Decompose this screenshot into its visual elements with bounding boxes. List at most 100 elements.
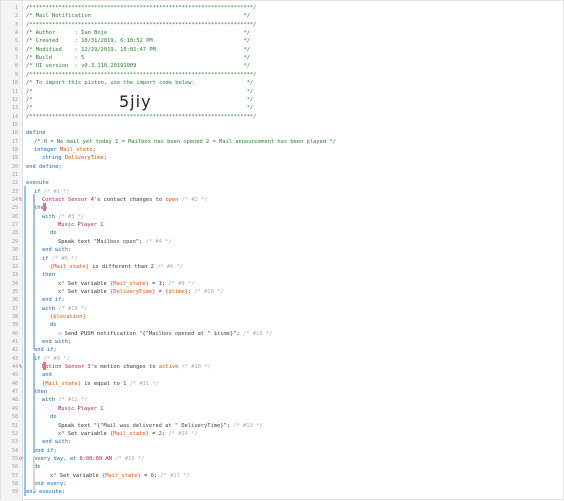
code-token: /* #2 */ [178, 197, 208, 204]
code-line[interactable]: 43 if /* #9 */ [1, 355, 564, 363]
code-text: /* Modified : 12/29/2019, 10:02:47 PM */ [26, 46, 250, 53]
code-line[interactable]: 26 with /* #3 */ [1, 213, 564, 221]
line-number: 40 [11, 330, 18, 337]
code-token: if [42, 255, 52, 262]
code-token: /* #10 */ [58, 305, 88, 312]
code-line[interactable]: 34 x³ Set variable {Mail_state} = 1; /* #… [1, 280, 564, 288]
code-line[interactable]: 44% Motion Sensor 3's motion changes to a… [1, 363, 564, 371]
code-line[interactable]: 2 /* Mail Notification */ [1, 12, 564, 20]
line-number: 32 [11, 263, 18, 270]
code-line[interactable]: 32 {Mail_state} is different than 2 /* #6… [1, 263, 564, 271]
line-number: 37 [11, 305, 18, 312]
code-line[interactable]: 40 ▭ Send PUSH notification "{"Mailbox op… [1, 330, 564, 338]
code-line[interactable]: 15 [1, 121, 564, 129]
code-line[interactable]: 22 execute [1, 179, 564, 187]
code-line[interactable]: 51 Speak text "{"Mail was delivered at " … [1, 422, 564, 430]
code-token: /* #9 */ [168, 280, 195, 287]
code-token: with [42, 305, 59, 312]
code-line[interactable]: 42 end if; [1, 346, 564, 354]
code-line[interactable]: 24% Contact Sensor 4's contact changes to… [1, 196, 564, 204]
code-line[interactable]: 20 end define; [1, 163, 564, 171]
code-line[interactable]: 36 end if; [1, 296, 564, 304]
code-line[interactable]: 52 x³ Set variable {Mail_state} = 2; /* #… [1, 430, 564, 438]
code-line[interactable]: 11/* */ [1, 88, 564, 96]
code-text: if /* #5 */ [42, 255, 78, 263]
code-text: Speak text "{"Mail was delivered at " De… [58, 422, 263, 430]
code-text: Speak text "Mailbox open"; /* #4 */ [58, 238, 172, 246]
code-line[interactable]: 53 end with; [1, 438, 564, 446]
code-line[interactable]: 12/* */ [1, 96, 564, 104]
code-token: 's motion changes to [90, 364, 159, 371]
line-number: 9 [14, 71, 18, 78]
code-line[interactable]: 56 do [1, 463, 564, 471]
code-line[interactable]: 39 do [1, 321, 564, 329]
line-number: 3 [14, 21, 18, 28]
code-text: end every; [34, 480, 67, 487]
code-line[interactable]: 6 /* Modified : 12/29/2019, 10:02:47 PM *… [1, 46, 564, 54]
code-line[interactable]: 46 {Mail_state} is equal to 1 /* #11 */ [1, 380, 564, 388]
code-token: is equal to [80, 380, 124, 387]
code-text: /* UI version : v0.3.110.20191009 */ [26, 63, 250, 70]
line-number: 19 [11, 155, 18, 162]
line-number: 10 [11, 80, 18, 87]
code-line[interactable]: 37 with /* #10 */ [1, 305, 564, 313]
code-line[interactable]: 13/* */ [1, 104, 564, 112]
line-number: 28 [11, 230, 18, 237]
code-token: {DeliveryTime} [109, 288, 156, 295]
code-text: every day, at 6:00:00 AM /* #15 */ [34, 455, 144, 463]
code-line[interactable]: 30 end with; [1, 246, 564, 254]
code-line[interactable]: 48 with /* #12 */ [1, 396, 564, 404]
code-line[interactable]: 16 define [1, 129, 564, 137]
line-number: 29 [11, 238, 18, 245]
code-line[interactable]: 1 /**************************************… [1, 4, 564, 12]
code-line[interactable]: 57 x³ Set variable {Mail_state} = 0; /* #… [1, 472, 564, 480]
line-number: 26 [11, 213, 18, 220]
code-line[interactable]: 3 /**************************************… [1, 21, 564, 29]
code-line[interactable]: 55 ⟳ every day, at 6:00:00 AM /* #15 */ [1, 455, 564, 463]
code-line[interactable]: 25 then [1, 204, 564, 212]
code-line[interactable]: 19 string DeliveryTime; [1, 154, 564, 162]
code-text: x³ Set variable {Mail_state} = 2; /* #14… [58, 430, 198, 438]
line-number: 34 [11, 280, 18, 287]
code-line[interactable]: 38 {$location} [1, 313, 564, 321]
code-line[interactable]: 4 /* Author : Ian Boje */ [1, 29, 564, 37]
line-number: 45 [11, 372, 18, 379]
code-text: if /* #9 */ [34, 355, 70, 363]
line-number: 43 [11, 355, 18, 362]
trigger-marker-1 [43, 203, 46, 211]
code-line[interactable]: 27 Music Player 1 [1, 221, 564, 229]
code-line[interactable]: 10 /* To import this piston, use the impo… [1, 79, 564, 87]
code-line[interactable]: 50 do [1, 413, 564, 421]
code-line[interactable]: 33 then [1, 271, 564, 279]
code-line[interactable]: 28 do [1, 229, 564, 237]
code-line[interactable]: 35 x³ Set variable {DeliveryTime} = {$tim… [1, 288, 564, 296]
code-line[interactable]: 5 /* Created : 10/31/2019, 6:10:52 PM */ [1, 37, 564, 45]
code-text: end with; [42, 247, 72, 254]
code-line[interactable]: 14 /*************************************… [1, 113, 564, 121]
code-line[interactable]: 47 then [1, 388, 564, 396]
code-line[interactable]: 21 [1, 171, 564, 179]
every-block-bar [33, 456, 35, 491]
code-line[interactable]: 59 end execute; [1, 488, 564, 496]
code-line[interactable]: 29 Speak text "Mailbox open"; /* #4 */ [1, 238, 564, 246]
code-line[interactable]: 49 Music Player 1 [1, 405, 564, 413]
code-line[interactable]: 54 end if; [1, 447, 564, 455]
code-line[interactable]: 9 /**************************************… [1, 71, 564, 79]
code-line[interactable]: 7 /* Build : 5 */ [1, 54, 564, 62]
code-token: if [34, 188, 44, 195]
code-token: {Mail_state} [50, 263, 89, 270]
line-number: 47 [11, 389, 18, 396]
code-line[interactable]: 17 /* 0 = No mail yet today 1 = Mailbox h… [1, 138, 564, 146]
code-token: x³ [58, 280, 68, 287]
line-number: 11 [11, 88, 18, 95]
code-line[interactable]: 58 end every; [1, 480, 564, 488]
code-line[interactable]: 31 if /* #5 */ [1, 255, 564, 263]
code-line[interactable]: 45 and [1, 371, 564, 379]
code-line[interactable]: 41 end with; [1, 338, 564, 346]
code-text: Music Player 1 [58, 405, 103, 413]
line-number: 15 [11, 121, 18, 128]
line-number: 55 [11, 455, 18, 462]
code-line[interactable]: 18 integer Mail_state; [1, 146, 564, 154]
code-line[interactable]: 23 if /* #1 */ [1, 188, 564, 196]
code-line[interactable]: 8 /* UI version : v0.3.110.20191009 */ [1, 62, 564, 70]
